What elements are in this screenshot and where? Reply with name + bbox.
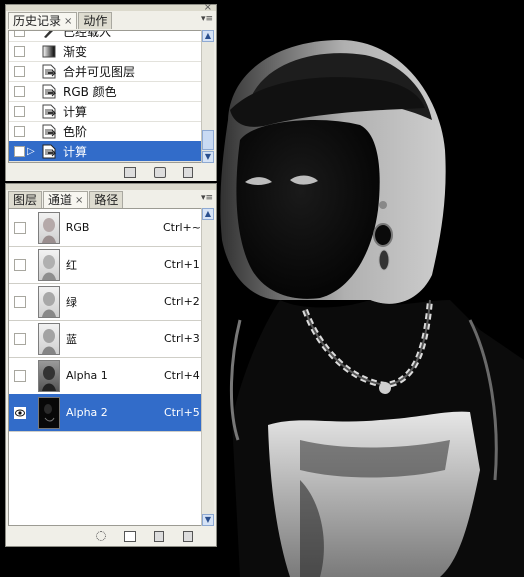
channel-shortcut: Ctrl+2 — [164, 295, 200, 308]
channel-visibility-toggle[interactable] — [14, 258, 26, 271]
history-scrollbar[interactable]: ▲ ▼ — [201, 30, 214, 163]
channel-row-alpha-2[interactable]: Alpha 2 Ctrl+5 — [9, 394, 201, 432]
close-tab-icon[interactable]: × — [64, 14, 72, 29]
channels-list: RGB Ctrl+~ 红 Ctrl+1 绿 Ctrl+2 蓝 Ctrl+3 Al… — [8, 208, 202, 526]
history-source-checkbox[interactable] — [14, 105, 25, 117]
tab-channels[interactable]: 通道 × — [43, 191, 89, 208]
new-channel-icon[interactable] — [154, 531, 164, 542]
channels-tab-strip: 图层 通道 × 路径 — [8, 191, 124, 208]
channel-shortcut: Ctrl+1 — [164, 258, 200, 271]
history-item[interactable]: RGB 颜色 — [9, 81, 201, 102]
tab-label: 历史记录 — [13, 13, 62, 28]
channel-thumbnail — [37, 211, 60, 244]
panel-menu-icon[interactable]: ▾≡ — [201, 193, 213, 203]
channel-thumbnail — [38, 359, 60, 392]
history-item-label: 计算 — [63, 104, 88, 119]
channel-row-rgb[interactable]: RGB Ctrl+~ — [9, 209, 201, 247]
scroll-thumb[interactable] — [202, 130, 214, 150]
channels-panel: 图层 通道 × 路径 ▾≡ RGB Ctrl+~ 红 Ctrl+1 绿 Ctrl… — [5, 183, 217, 547]
tab-layers[interactable]: 图层 — [8, 191, 43, 208]
channel-shortcut: Ctrl+5 — [164, 406, 200, 419]
close-icon[interactable]: × — [204, 3, 212, 13]
channels-scrollbar[interactable]: ▲ ▼ — [201, 208, 214, 526]
channel-row-blue[interactable]: 蓝 Ctrl+3 — [9, 320, 201, 358]
channel-shortcut: Ctrl+~ — [162, 221, 201, 234]
channel-name: RGB — [65, 221, 90, 234]
history-item[interactable]: 色阶 — [9, 121, 201, 142]
history-item-label: 渐变 — [63, 44, 88, 59]
eye-icon — [15, 409, 25, 416]
history-state-slider-icon[interactable]: ▷ — [27, 146, 39, 157]
panel-menu-icon[interactable]: ▾≡ — [201, 14, 213, 24]
scroll-up-icon[interactable]: ▲ — [202, 30, 214, 42]
channel-name: 蓝 — [66, 332, 77, 346]
gradient-icon — [42, 44, 56, 59]
document-icon — [42, 144, 57, 159]
channel-thumbnail — [38, 396, 60, 429]
channel-visibility-toggle[interactable] — [14, 369, 26, 382]
history-item[interactable]: 渐变 — [9, 41, 201, 62]
history-list: 已经载入 渐变 合并可见图层 RGB 颜色 计算 色阶 ▷ 计算 — [8, 30, 202, 163]
history-bottom-bar — [6, 163, 216, 181]
history-item-label: 色阶 — [63, 124, 88, 139]
trash-icon[interactable] — [183, 167, 193, 178]
history-item-label: 已经载入 — [63, 30, 112, 39]
channel-name: Alpha 2 — [66, 406, 108, 419]
load-channel-as-selection-icon[interactable] — [96, 531, 106, 541]
channel-visibility-toggle[interactable] — [14, 406, 26, 419]
scroll-up-icon[interactable]: ▲ — [202, 208, 214, 220]
history-source-checkbox[interactable] — [14, 45, 25, 57]
channel-shortcut: Ctrl+4 — [164, 369, 200, 382]
history-item-label: 合并可见图层 — [63, 64, 136, 79]
new-document-from-state-icon[interactable] — [124, 167, 136, 178]
channels-bottom-bar — [6, 527, 216, 545]
brush-icon — [42, 31, 56, 39]
save-selection-as-channel-icon[interactable] — [124, 531, 136, 542]
history-item[interactable]: 计算 — [9, 101, 201, 122]
channel-thumbnail — [38, 285, 60, 318]
snapshot-camera-icon[interactable] — [154, 167, 166, 178]
channel-visibility-toggle[interactable] — [14, 295, 26, 308]
history-source-checkbox[interactable] — [14, 85, 25, 97]
tab-label: 路径 — [94, 192, 119, 207]
channel-thumbnail — [38, 322, 60, 355]
document-icon — [42, 104, 57, 119]
tab-label: 通道 — [48, 192, 73, 207]
tab-label: 图层 — [13, 192, 38, 207]
channel-visibility-toggle[interactable] — [14, 221, 26, 234]
document-icon — [42, 124, 57, 139]
channel-thumbnail — [38, 248, 60, 281]
channel-row-alpha-1[interactable]: Alpha 1 Ctrl+4 — [9, 357, 201, 395]
panel-title-bar[interactable] — [6, 184, 216, 190]
history-source-checkbox[interactable] — [14, 31, 25, 37]
scroll-down-icon[interactable]: ▼ — [202, 514, 214, 526]
trash-icon[interactable] — [183, 531, 193, 542]
history-source-checkbox[interactable] — [14, 65, 25, 77]
tab-label: 动作 — [83, 13, 108, 28]
channel-name: Alpha 1 — [66, 369, 108, 382]
history-source-checkbox[interactable] — [14, 145, 25, 157]
history-item-label: RGB 颜色 — [63, 84, 117, 99]
close-tab-icon[interactable]: × — [75, 193, 83, 208]
document-icon — [42, 64, 57, 79]
history-panel: × 历史记录 × 动作 ▾≡ 已经载入 渐变 合并可见图层 RGB 颜色 计算 … — [5, 3, 217, 181]
channel-name: 绿 — [66, 295, 77, 309]
channel-row-green[interactable]: 绿 Ctrl+2 — [9, 283, 201, 321]
history-item[interactable]: 合并可见图层 — [9, 61, 201, 82]
scroll-down-icon[interactable]: ▼ — [202, 151, 214, 163]
channel-row-red[interactable]: 红 Ctrl+1 — [9, 246, 201, 284]
tab-paths[interactable]: 路径 — [89, 191, 124, 208]
tab-history[interactable]: 历史记录 × — [8, 12, 78, 29]
document-icon — [42, 84, 57, 99]
history-item-label: 计算 — [63, 144, 88, 159]
channel-visibility-toggle[interactable] — [14, 332, 26, 345]
channel-name: 红 — [66, 258, 77, 272]
history-tab-strip: 历史记录 × 动作 — [8, 12, 113, 29]
history-item-selected[interactable]: ▷ 计算 — [9, 141, 201, 162]
history-source-checkbox[interactable] — [14, 125, 25, 137]
channel-shortcut: Ctrl+3 — [164, 332, 200, 345]
panel-title-bar[interactable] — [6, 5, 216, 11]
tab-actions[interactable]: 动作 — [78, 12, 113, 29]
